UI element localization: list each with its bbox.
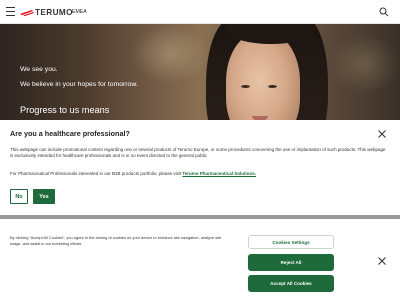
accept-all-cookies-button[interactable]: Accept All Cookies bbox=[248, 275, 334, 292]
modal-disclaimer: This webpage can include promotional con… bbox=[10, 147, 386, 158]
hero-banner: We see you. We believe in your hopes for… bbox=[0, 24, 400, 120]
close-icon[interactable] bbox=[378, 130, 386, 138]
terumo-pharma-link[interactable]: Terumo Pharmaceutical Solutions. bbox=[182, 171, 256, 176]
cookie-consent-text: By clicking “Accept All Cookies”, you ag… bbox=[10, 235, 222, 246]
modal-pharma-note: For Pharmaceutical Professionals interes… bbox=[10, 171, 256, 176]
region-selector[interactable]: EMEA bbox=[72, 9, 87, 15]
close-icon[interactable] bbox=[378, 257, 386, 265]
hero-portrait-eye bbox=[241, 85, 250, 88]
hero-tagline-2: We believe in your hopes for tomorrow. bbox=[20, 81, 138, 88]
terumo-logo[interactable]: TERUMO bbox=[20, 6, 73, 18]
yes-button[interactable]: Yes bbox=[33, 189, 55, 204]
cookie-banner: By clicking “Accept All Cookies”, you ag… bbox=[0, 219, 400, 300]
pharma-note-text: For Pharmaceutical Professionals interes… bbox=[10, 171, 183, 176]
cookies-settings-button[interactable]: Cookies Settings bbox=[248, 235, 334, 249]
hero-background-light bbox=[130, 24, 210, 84]
hero-tagline-1: We see you. bbox=[20, 66, 58, 73]
hamburger-menu-icon[interactable] bbox=[6, 7, 15, 16]
hero-background-light bbox=[330, 34, 400, 94]
search-icon[interactable] bbox=[379, 7, 389, 17]
site-header: TERUMO EMEA bbox=[0, 0, 400, 24]
brand-name: TERUMO bbox=[35, 7, 73, 17]
hero-portrait-eye bbox=[268, 85, 277, 88]
reject-all-button[interactable]: Reject All bbox=[248, 254, 334, 271]
hero-portrait-face bbox=[226, 32, 300, 120]
hero-tagline-3: Progress to us means bbox=[20, 105, 110, 115]
no-button[interactable]: No bbox=[10, 189, 28, 204]
terumo-logo-mark-icon bbox=[20, 9, 34, 16]
hcp-verification-modal: Are you a healthcare professional? This … bbox=[0, 120, 400, 215]
modal-title: Are you a healthcare professional? bbox=[10, 129, 130, 138]
